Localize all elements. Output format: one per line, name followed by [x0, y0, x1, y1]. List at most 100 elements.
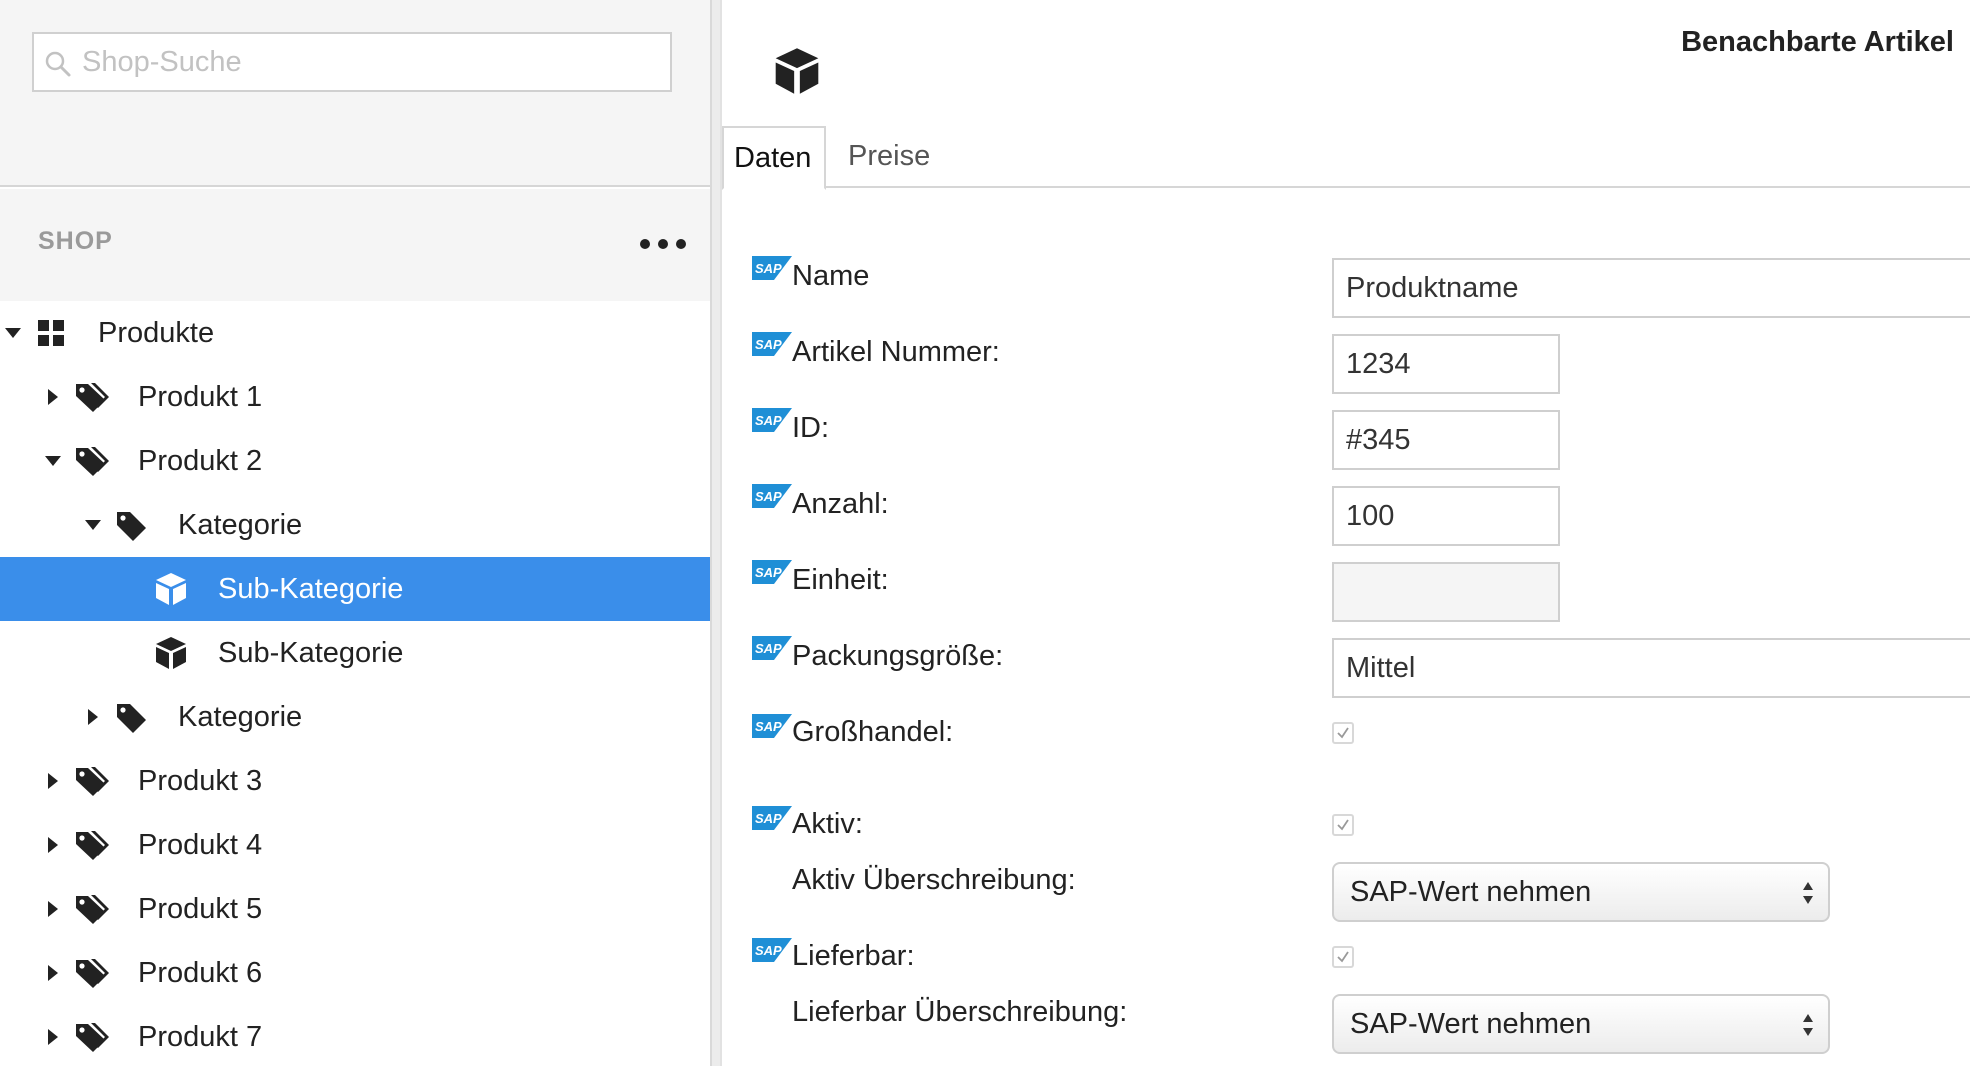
caret-right-icon[interactable] [43, 835, 63, 855]
tree-item-label: Produkt 3 [138, 765, 263, 797]
tags-icon [76, 767, 109, 796]
field-label: Lieferbar: [792, 940, 915, 972]
field-label: Einheit: [792, 564, 889, 596]
sap-badge-icon: SAP [752, 938, 792, 962]
more-options-icon[interactable] [640, 229, 686, 259]
select-arrows-icon [1803, 882, 1813, 904]
tree-item-kategorie[interactable]: Kategorie [0, 493, 710, 557]
caret-right-icon[interactable] [43, 963, 63, 983]
tags-icon [76, 831, 109, 860]
tag-icon [117, 704, 146, 733]
caret-right-icon[interactable] [83, 707, 103, 727]
shop-title: SHOP [38, 227, 113, 255]
caret-down-icon[interactable] [43, 451, 63, 471]
checkmark-icon [1337, 727, 1349, 739]
tags-icon [76, 895, 109, 924]
panel-splitter[interactable] [710, 0, 722, 1066]
sap-badge-icon: SAP [752, 332, 792, 356]
detail-panel: Benachbarte Artikel Daten Preise SAP Nam… [722, 0, 1970, 1066]
sap-badge-icon: SAP [752, 484, 792, 508]
tree-item-produkt-2[interactable]: Produkt 2 [0, 429, 710, 493]
tree-item-produkte[interactable]: Produkte [0, 301, 710, 365]
svg-text:SAP: SAP [755, 413, 782, 428]
tree-item-label: Produkt 6 [138, 957, 263, 989]
tree-item-produkt-3[interactable]: Produkt 3 [0, 749, 710, 813]
caret-down-icon[interactable] [83, 515, 103, 535]
tree-item-sub-kategorie-selected[interactable]: Sub-Kategorie [0, 557, 710, 621]
field-label: Großhandel: [792, 716, 954, 748]
tab-daten[interactable]: Daten [722, 126, 826, 190]
tree-item-label: Sub-Kategorie [218, 637, 404, 669]
name-field[interactable] [1332, 258, 1970, 318]
tab-preise[interactable]: Preise [838, 126, 940, 188]
wholesale-checkbox[interactable] [1332, 722, 1354, 744]
caret-down-icon[interactable] [3, 323, 23, 343]
svg-text:SAP: SAP [755, 489, 782, 504]
field-label: Aktiv Überschreibung: [792, 864, 1076, 896]
unit-field[interactable] [1332, 562, 1560, 622]
tree-item-label: Produkt 2 [138, 445, 263, 477]
select-value: SAP-Wert nehmen [1350, 876, 1592, 908]
select-value: SAP-Wert nehmen [1350, 1008, 1592, 1040]
tag-icon [117, 512, 146, 541]
field-label: Anzahl: [792, 488, 889, 520]
svg-text:SAP: SAP [755, 641, 782, 656]
sap-badge-icon: SAP [752, 714, 792, 738]
checkmark-icon [1337, 951, 1349, 963]
count-field[interactable] [1332, 486, 1560, 546]
tags-icon [76, 383, 109, 412]
select-arrows-icon [1803, 1014, 1813, 1036]
tree-item-label: Sub-Kategorie [218, 573, 404, 605]
svg-text:SAP: SAP [755, 261, 782, 276]
tree-item-kategorie[interactable]: Kategorie [0, 685, 710, 749]
tree-item-produkt-4[interactable]: Produkt 4 [0, 813, 710, 877]
article-number-field[interactable] [1332, 334, 1560, 394]
sap-badge-icon: SAP [752, 560, 792, 584]
search-box[interactable] [32, 32, 672, 92]
field-label: ID: [792, 412, 830, 444]
svg-text:SAP: SAP [755, 337, 782, 352]
tags-icon [76, 447, 109, 476]
active-override-select[interactable]: SAP-Wert nehmen [1332, 862, 1830, 922]
active-checkbox[interactable] [1332, 814, 1354, 836]
caret-right-icon[interactable] [43, 1027, 63, 1047]
caret-right-icon[interactable] [43, 771, 63, 791]
tree-item-sub-kategorie[interactable]: Sub-Kategorie [0, 621, 710, 685]
search-icon [45, 51, 71, 77]
tree-item-produkt-1[interactable]: Produkt 1 [0, 365, 710, 429]
sidebar: SHOP Produkte Produkt 1 [0, 0, 710, 1066]
field-label: Lieferbar Überschreibung: [792, 996, 1128, 1028]
tree-item-label: Produkt 4 [138, 829, 263, 861]
checkmark-icon [1337, 819, 1349, 831]
tags-icon [76, 1023, 109, 1052]
sap-badge-icon: SAP [752, 256, 792, 280]
deliverable-checkbox[interactable] [1332, 946, 1354, 968]
field-label: Name [792, 260, 870, 292]
tree-item-label: Produkte [98, 317, 215, 349]
tab-bar: Daten Preise [722, 126, 1970, 190]
svg-text:SAP: SAP [755, 811, 782, 826]
tree-item-produkt-5[interactable]: Produkt 5 [0, 877, 710, 941]
tree-item-label: Kategorie [178, 509, 303, 541]
svg-text:SAP: SAP [755, 719, 782, 734]
field-label: Aktiv: [792, 808, 863, 840]
package-size-field[interactable] [1332, 638, 1970, 698]
id-field[interactable] [1332, 410, 1560, 470]
svg-text:SAP: SAP [755, 943, 782, 958]
grid-icon [38, 320, 64, 346]
tags-icon [76, 959, 109, 988]
tree-item-label: Produkt 5 [138, 893, 263, 925]
tree-item-label: Produkt 1 [138, 381, 263, 413]
deliverable-override-select[interactable]: SAP-Wert nehmen [1332, 994, 1830, 1054]
caret-right-icon[interactable] [43, 899, 63, 919]
neighbor-articles-link[interactable]: Benachbarte Artikel [1681, 26, 1954, 59]
tree-item-produkt-7[interactable]: Produkt 7 [0, 1005, 710, 1066]
cube-icon [156, 573, 186, 605]
sap-badge-icon: SAP [752, 806, 792, 830]
caret-right-icon[interactable] [43, 387, 63, 407]
search-input[interactable] [82, 42, 662, 82]
sap-badge-icon: SAP [752, 408, 792, 432]
shop-header: SHOP [0, 189, 710, 301]
field-label: Packungsgröße: [792, 640, 1004, 672]
tree-item-produkt-6[interactable]: Produkt 6 [0, 941, 710, 1005]
